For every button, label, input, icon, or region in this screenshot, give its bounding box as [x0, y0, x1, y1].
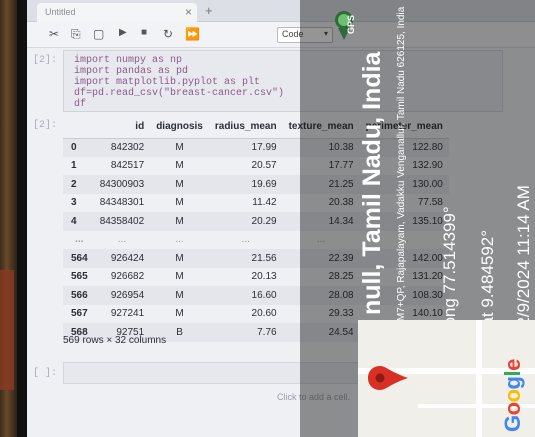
monitor-bezel	[17, 0, 27, 437]
cut-icon[interactable]: ✂	[49, 27, 59, 41]
row-index: 567	[71, 308, 88, 320]
column-header: diagnosis	[150, 116, 209, 139]
output-prompt: [2]:	[33, 120, 58, 131]
location-address: FGM7+QP, Rajapalayam, Vadakku Venganallu…	[396, 6, 407, 335]
table-cell: 20.13	[251, 271, 277, 283]
table-cell: M	[175, 160, 184, 172]
longitude-readout: Long 77.514399°	[440, 206, 459, 336]
shape-note: 569 rows × 32 columns	[63, 335, 167, 346]
run-icon[interactable]: ▶	[119, 27, 127, 38]
table-cell: 21.56	[208, 249, 283, 268]
gps-badge: GPS	[346, 14, 356, 34]
table-cell: 19.69	[208, 175, 283, 194]
row-index: ...	[75, 234, 84, 246]
table-cell: 842302	[93, 138, 151, 157]
cell-prompt: [2]:	[33, 55, 58, 66]
row-index: 565	[71, 271, 88, 283]
table-cell: 20.60	[251, 308, 277, 320]
column-header: radius_mean	[208, 116, 283, 139]
stop-icon[interactable]: ■	[141, 27, 147, 38]
row-index: 564	[63, 249, 94, 268]
datetime-readout: 12/9/2024 11:14 AM	[514, 185, 533, 336]
google-logo: Google	[500, 359, 525, 432]
table-cell: 926954	[93, 286, 151, 305]
table-cell: 84300903	[93, 175, 151, 194]
location-title: null, Tamil Nadu, India	[358, 51, 386, 315]
row-index: 566	[63, 286, 94, 305]
table-cell: 842517	[110, 160, 145, 172]
table-cell: M	[150, 249, 209, 268]
browser-tab[interactable]: Untitled ×	[37, 3, 197, 22]
map-pin-icon	[368, 366, 408, 390]
table-cell: M	[150, 212, 209, 231]
table-cell: 20.29	[208, 212, 283, 231]
table-cell: 11.42	[252, 197, 277, 209]
table-cell: 926682	[110, 271, 145, 283]
row-index: 2	[63, 175, 94, 194]
table-cell: M	[150, 286, 209, 305]
new-tab-icon[interactable]: +	[205, 3, 213, 18]
table-cell: 84348301	[99, 197, 145, 209]
table-cell: ...	[175, 234, 184, 246]
table-cell: M	[175, 308, 184, 320]
table-cell: 17.99	[208, 138, 283, 157]
row-index: 1	[71, 160, 77, 172]
table-cell: 927241	[110, 308, 145, 320]
map-road	[476, 320, 482, 437]
row-index: 4	[63, 212, 94, 231]
column-header: id	[93, 116, 151, 139]
table-cell: M	[150, 175, 209, 194]
table-cell: M	[150, 138, 209, 157]
table-cell: 926424	[93, 249, 151, 268]
row-index: 3	[71, 197, 77, 209]
table-cell: M	[175, 197, 184, 209]
empty-cell-prompt: [ ]:	[33, 368, 58, 379]
column-header	[63, 116, 94, 139]
tab-close-icon[interactable]: ×	[185, 5, 192, 19]
tab-title: Untitled	[45, 7, 76, 17]
fast-forward-icon[interactable]: ⏩	[185, 27, 200, 41]
table-cell: ...	[117, 234, 127, 246]
table-cell: 20.57	[251, 160, 277, 172]
row-index: 0	[63, 138, 94, 157]
copy-icon[interactable]: ⎘	[71, 27, 81, 42]
table-cell: 7.76	[208, 323, 283, 342]
photo-edge	[0, 0, 17, 437]
table-cell: 16.60	[208, 286, 283, 305]
table-cell: M	[175, 271, 184, 283]
restart-icon[interactable]: ↻	[163, 27, 173, 41]
paste-icon[interactable]: ▢	[93, 27, 104, 41]
table-cell: 84358402	[93, 212, 151, 231]
table-cell: ...	[241, 234, 250, 246]
